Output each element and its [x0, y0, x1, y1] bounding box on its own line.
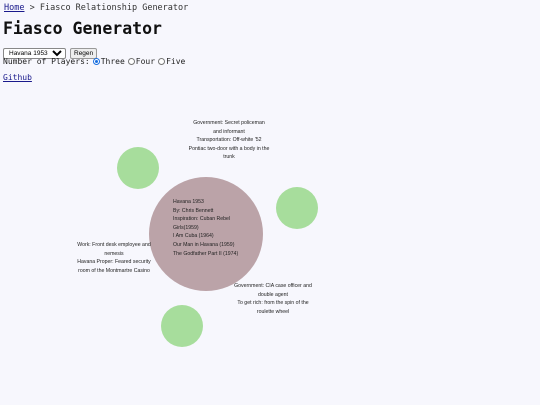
playset-name: Havana 1953	[173, 199, 204, 205]
playset-inspiration-line: The Godfather Part II (1974)	[173, 250, 239, 257]
breadcrumb-separator: >	[29, 3, 35, 13]
radio-three[interactable]	[92, 58, 100, 65]
player-circle-1	[117, 147, 159, 189]
relationship-line: Government: CIA case officer and	[234, 283, 312, 289]
radio-five[interactable]	[158, 58, 166, 65]
playset-inspiration-line: Girls(1959)	[173, 224, 199, 231]
radio-four[interactable]	[127, 58, 135, 65]
player-option-five[interactable]: Five	[158, 57, 185, 66]
player-circle-2	[276, 187, 318, 229]
relationship-left: Work: Front desk employee and nemesis Ha…	[73, 241, 155, 275]
playset-info: Havana 1953 By: Chris Bennett Inspiratio…	[173, 198, 259, 258]
player-option-four[interactable]: Four	[127, 57, 156, 66]
breadcrumb: Home > Fiasco Relationship Generator	[4, 3, 188, 13]
player-circle-3	[161, 305, 203, 347]
relationship-line: room of the Montmartre Casino	[78, 267, 150, 274]
relationship-line: roulette wheel	[256, 308, 290, 315]
relationship-right: Government: CIA case officer and double …	[231, 282, 315, 316]
playset-inspiration-line: Inspiration: Cuban Rebel	[173, 216, 231, 223]
playset-author: By: Chris Bennett	[173, 207, 214, 214]
breadcrumb-current: Fiasco Relationship Generator	[39, 3, 189, 13]
breadcrumb-home-link[interactable]: Home	[4, 3, 24, 13]
relationship-top: Government: Secret policeman and informa…	[187, 119, 271, 162]
page-title: Fiasco Generator	[3, 19, 162, 38]
relationship-line: double agent	[257, 291, 288, 298]
relationship-line: Pontiac two-door with a body in the	[188, 145, 270, 152]
relationship-line: and informant	[213, 128, 245, 135]
player-option-label: Five	[166, 57, 186, 66]
relationship-line: Havana Proper: Feared security	[77, 259, 151, 266]
github-link[interactable]: Github	[3, 73, 32, 82]
relationship-line: To get rich: from the spin of the	[237, 300, 309, 307]
players-label: Number of Players:	[3, 57, 90, 66]
player-option-label: Three	[100, 57, 125, 66]
player-option-three[interactable]: Three	[92, 57, 125, 66]
player-count-group: Number of Players: Three Four Five	[3, 57, 185, 66]
relationship-line: Transportation: Off-white '52	[196, 137, 262, 144]
relationship-line: Work: Front desk employee and	[77, 242, 151, 248]
relationship-line: Government: Secret policeman	[193, 120, 265, 126]
relationship-line: nemesis	[104, 250, 124, 257]
playset-inspiration-line: I Am Cuba (1964)	[173, 233, 214, 240]
playset-inspiration-line: Our Man in Havana (1959)	[173, 241, 235, 248]
player-option-label: Four	[135, 57, 156, 66]
relationship-line: trunk	[223, 154, 235, 161]
